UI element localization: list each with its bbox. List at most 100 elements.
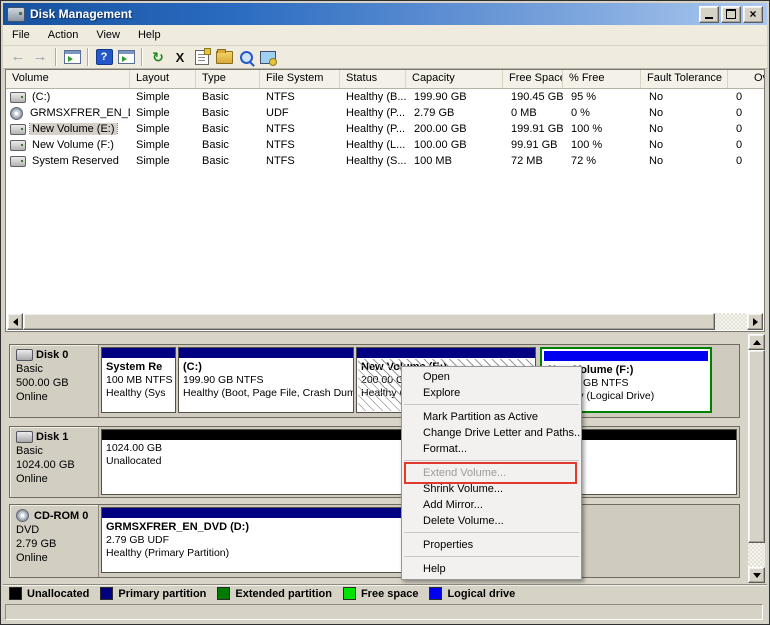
add-snapin-button[interactable] [258,48,278,66]
table-row[interactable]: System ReservedSimpleBasicNTFSHealthy (S… [6,153,764,169]
drive-icon [10,92,26,103]
disk-kind: DVD [16,524,98,536]
horizontal-scroll-thumb[interactable] [23,313,715,330]
vertical-scroll-thumb[interactable] [748,350,765,543]
capacity-cell: 100.00 GB [406,139,503,151]
legend-item-logical-drive: Logical drive [429,587,515,600]
context-menu-item-add-mirror-[interactable]: Add Mirror... [402,497,581,513]
column-header-capacity[interactable]: Capacity [406,70,503,88]
context-menu-item-open[interactable]: Open [402,369,581,385]
scroll-up-button[interactable] [748,334,765,350]
fault-tolerance-cell: No [641,155,728,167]
menu-item-view[interactable]: View [87,27,129,43]
column-header-status[interactable]: Status [340,70,406,88]
scroll-right-button[interactable] [747,313,763,330]
capacity-cell: 2.79 GB [406,107,503,119]
disk-header[interactable]: CD-ROM 0 DVD 2.79 GB Online [10,505,99,577]
legend-color-swatch [429,587,442,600]
legend-item-extended-partition: Extended partition [217,587,332,600]
close-button[interactable]: × [743,6,763,23]
legend-label: Unallocated [27,588,89,600]
column-header-layout[interactable]: Layout [130,70,196,88]
partition-info: System Re100 MB NTFSHealthy (Sys [102,358,175,402]
menu-item-action[interactable]: Action [39,27,88,43]
scroll-left-button[interactable] [7,313,23,330]
disk-size: 2.79 GB [16,538,98,550]
disk-row-disk-1: Disk 1Basic1024.00 GBOnline1024.00 GBUna… [9,426,740,498]
disk-header[interactable]: Disk 1Basic1024.00 GBOnline [10,427,99,497]
disk-graphical-pane: Disk 0Basic500.00 GBOnlineSystem Re100 M… [5,334,763,584]
disk-header[interactable]: Disk 0Basic500.00 GBOnline [10,345,99,417]
menu-item-help[interactable]: Help [129,27,170,43]
horizontal-scroll-track[interactable] [715,313,747,330]
pct-free-cell: 95 % [563,91,641,103]
disk-name: CD-ROM 0 [16,509,98,522]
context-menu-item-shrink-volume-[interactable]: Shrink Volume... [402,481,581,497]
context-menu-item-help[interactable]: Help [402,561,581,577]
volume-cell: (C:) [6,91,130,103]
status-cell: Healthy (B... [340,91,406,103]
maximize-button[interactable] [721,6,741,23]
context-menu-item-properties[interactable]: Properties [402,537,581,553]
context-menu-separator [404,460,579,461]
partition-size: 100 MB NTFS [106,374,171,387]
legend-color-swatch [343,587,356,600]
fault-tolerance-cell: No [641,107,728,119]
context-menu-item-change-drive-letter-and-paths-[interactable]: Change Drive Letter and Paths... [402,425,581,441]
column-header-fault-tolerance[interactable]: Fault Tolerance [641,70,728,88]
column-header-volume[interactable]: Volume [6,70,130,88]
column-header-type[interactable]: Type [196,70,260,88]
drive-icon [10,156,26,167]
minimize-button[interactable] [699,6,719,23]
delete-button[interactable]: X [170,48,190,66]
find-button[interactable] [236,48,256,66]
drive-icon [10,140,26,151]
open-folder-icon [216,51,233,64]
volume-list-header: VolumeLayoutTypeFile SystemStatusCapacit… [6,70,764,89]
disk-row-disk-0: Disk 0Basic500.00 GBOnlineSystem Re100 M… [9,344,740,418]
legend-item-unallocated: Unallocated [9,587,89,600]
menu-item-file[interactable]: File [3,27,39,43]
legend-color-swatch [9,587,22,600]
horizontal-scrollbar[interactable] [7,313,763,330]
disk-state: Online [16,552,98,564]
column-header--free[interactable]: % Free [563,70,641,88]
vertical-scroll-track[interactable] [748,543,765,567]
context-menu-item-explore[interactable]: Explore [402,385,581,401]
scroll-down-button[interactable] [748,567,765,583]
disc-icon [10,107,23,120]
disk-size: 500.00 GB [16,377,98,389]
properties-icon [195,50,209,65]
show-console-tree-button[interactable] [62,48,82,66]
status-cell: Healthy (P... [340,107,406,119]
context-menu-item-mark-partition-as-active[interactable]: Mark Partition as Active [402,409,581,425]
find-icon [240,51,253,64]
table-row[interactable]: (C:)SimpleBasicNTFSHealthy (B...199.90 G… [6,89,764,105]
vertical-scrollbar[interactable] [748,334,765,583]
open-folder-button[interactable] [214,48,234,66]
delete-icon: X [176,50,185,65]
properties-button[interactable] [192,48,212,66]
context-menu-item-delete-volume-[interactable]: Delete Volume... [402,513,581,529]
back-button[interactable]: ← [8,48,28,66]
context-menu-item-extend-volume-[interactable]: Extend Volume... [402,465,581,481]
column-header-overhead[interactable]: Overhead [728,70,765,88]
help-button[interactable]: ? [94,48,114,66]
column-header-file-system[interactable]: File System [260,70,340,88]
table-row[interactable]: New Volume (F:)SimpleBasicNTFSHealthy (L… [6,137,764,153]
forward-button[interactable]: → [30,48,50,66]
help-icon: ? [96,49,113,65]
overhead-cell: 0 [728,139,765,151]
column-header-free-space[interactable]: Free Space [503,70,563,88]
table-row[interactable]: New Volume (E:)SimpleBasicNTFSHealthy (P… [6,121,764,137]
disk-name-label: CD-ROM 0 [34,510,88,522]
refresh-button[interactable]: ↻ [148,48,168,66]
scroll-left-icon [13,318,18,326]
pct-free-cell: 100 % [563,123,641,135]
partition-box[interactable]: System Re100 MB NTFSHealthy (Sys [101,347,176,413]
table-row[interactable]: GRMSXFRER_EN_D...SimpleBasicUDFHealthy (… [6,105,764,121]
context-menu: OpenExplore Mark Partition as ActiveChang… [401,366,582,580]
show-action-pane-button[interactable] [116,48,136,66]
partition-box[interactable]: (C:)199.90 GB NTFSHealthy (Boot, Page Fi… [178,347,354,413]
context-menu-item-format-[interactable]: Format... [402,441,581,457]
